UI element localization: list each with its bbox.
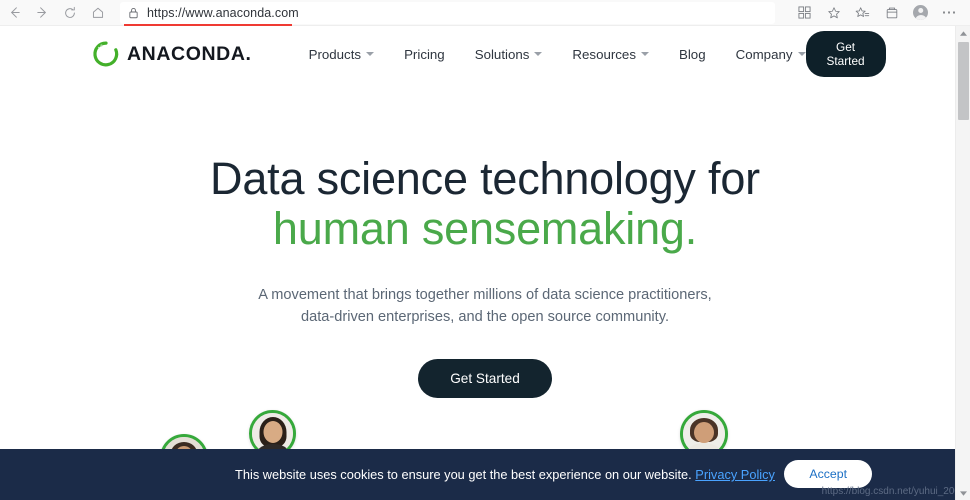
scrollbar-down-arrow[interactable] xyxy=(956,486,970,500)
watermark-url-text: https://blog.csdn.net/yuhui_200 xyxy=(821,486,960,497)
nav-item-products[interactable]: Products xyxy=(308,46,375,62)
hero-subtitle-line-1: A movement that brings together millions… xyxy=(258,286,712,303)
profile-avatar-icon[interactable] xyxy=(906,0,935,26)
nav-label: Products xyxy=(308,46,362,62)
favorite-star-icon[interactable] xyxy=(819,0,848,26)
collections-icon[interactable] xyxy=(790,0,819,26)
refresh-button[interactable] xyxy=(56,0,84,26)
collections-panel-icon[interactable] xyxy=(877,0,906,26)
ellipsis-glyph: ⋯ xyxy=(941,4,958,21)
url-text: https://www.anaconda.com xyxy=(147,5,299,20)
hero-subtitle: A movement that brings together millions… xyxy=(0,284,970,329)
cookie-message: This website uses cookies to ensure you … xyxy=(195,467,775,482)
privacy-policy-link[interactable]: Privacy Policy xyxy=(695,467,775,482)
settings-more-icon[interactable]: ⋯ xyxy=(935,0,964,26)
lock-icon xyxy=(128,7,139,19)
address-bar[interactable]: https://www.anaconda.com xyxy=(120,1,775,28)
nav-item-blog[interactable]: Blog xyxy=(679,47,706,62)
nav-item-resources[interactable]: Resources xyxy=(572,47,649,62)
anaconda-logo[interactable]: ANACONDA. xyxy=(92,40,252,68)
favorites-list-icon[interactable] xyxy=(848,0,877,26)
nav-item-company[interactable]: Company xyxy=(736,47,806,62)
logo-wordmark: ANACONDA. xyxy=(127,43,252,66)
main-navigation: Products Pricing Solutions Resources Blo… xyxy=(309,47,806,62)
header-get-started-button[interactable]: Get Started xyxy=(805,31,886,77)
nav-label: Company xyxy=(735,46,793,62)
logo-period: . xyxy=(245,42,252,65)
avatar-face xyxy=(252,413,293,454)
home-button[interactable] xyxy=(84,0,112,26)
avatar xyxy=(913,5,928,20)
site-header: ANACONDA. Products Pricing Solutions Res… xyxy=(0,26,970,82)
hero-title-line-1: Data science technology for xyxy=(210,153,760,204)
browser-toolbar: https://www.anaconda.com ⋯ xyxy=(0,0,970,28)
forward-button[interactable] xyxy=(28,0,56,26)
hero-title-line-2: human sensemaking. xyxy=(272,203,698,255)
cookie-consent-banner: This website uses cookies to ensure you … xyxy=(0,449,970,500)
accept-cookies-button[interactable]: Accept xyxy=(784,460,872,488)
browser-toolbar-right: ⋯ xyxy=(790,0,970,26)
nav-label: Resources xyxy=(572,46,636,62)
page-scrollbar[interactable] xyxy=(955,26,970,500)
nav-label: Blog xyxy=(678,46,706,62)
logo-text: ANACONDA xyxy=(127,42,246,65)
nav-item-solutions[interactable]: Solutions xyxy=(475,47,543,62)
nav-item-pricing[interactable]: Pricing xyxy=(404,47,445,62)
hero-get-started-button[interactable]: Get Started xyxy=(418,359,552,398)
back-button[interactable] xyxy=(0,0,28,26)
nav-label: Solutions xyxy=(474,46,530,62)
hero-section: Data science technology for human sensem… xyxy=(0,82,970,398)
chevron-down-icon xyxy=(640,52,649,56)
chevron-down-icon xyxy=(797,52,806,56)
scrollbar-up-arrow[interactable] xyxy=(956,26,970,40)
scrollbar-thumb[interactable] xyxy=(958,42,969,120)
page-viewport: ANACONDA. Products Pricing Solutions Res… xyxy=(0,26,970,500)
nav-label: Pricing xyxy=(404,46,445,62)
hero-subtitle-line-2: data-driven enterprises, and the open so… xyxy=(300,309,669,326)
hero-title: Data science technology for human sensem… xyxy=(0,153,970,255)
chevron-down-icon xyxy=(534,52,543,56)
chevron-down-icon xyxy=(366,52,375,56)
anaconda-snake-logo-icon xyxy=(93,41,119,67)
cookie-message-text: This website uses cookies to ensure you … xyxy=(235,467,692,482)
